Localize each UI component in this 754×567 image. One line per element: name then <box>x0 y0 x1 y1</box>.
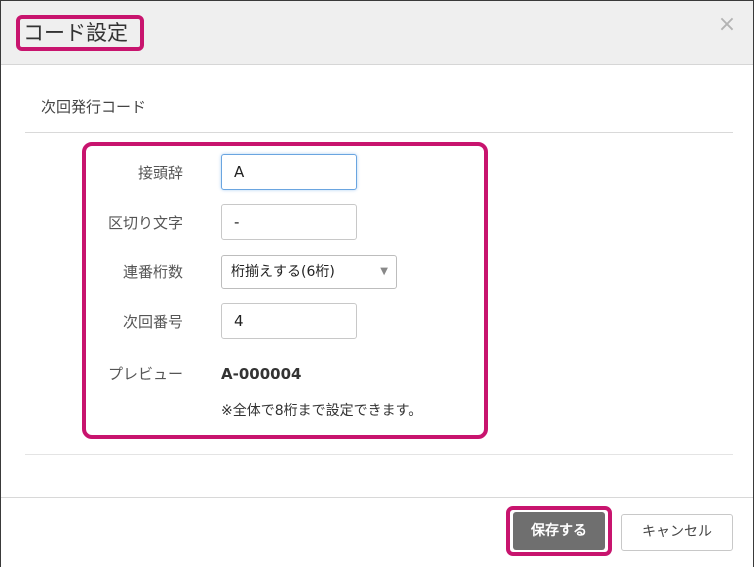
digits-label: 連番桁数 <box>122 263 183 281</box>
digits-select[interactable]: 桁揃えする(6桁) ▼ <box>221 255 397 289</box>
delimiter-input[interactable] <box>221 204 357 240</box>
section-title: 次回発行コード <box>41 98 147 116</box>
delimiter-label: 区切り文字 <box>107 214 183 232</box>
note-text: ※全体で8桁まで設定できます。 <box>221 403 423 419</box>
preview-label: プレビュー <box>107 365 183 383</box>
digits-select-value: 桁揃えする(6桁) <box>231 264 335 280</box>
close-icon[interactable]: × <box>715 13 739 37</box>
code-settings-dialog: コード設定 × 次回発行コード 接頭辞 区切り文字 連番桁数 桁揃えする(6桁)… <box>0 0 754 567</box>
dialog-header: コード設定 × <box>1 1 753 65</box>
next-number-label: 次回番号 <box>122 313 183 331</box>
save-button[interactable]: 保存する <box>513 512 605 550</box>
prefix-input[interactable] <box>221 154 357 190</box>
body-divider <box>25 454 733 455</box>
section-divider <box>25 132 733 133</box>
prefix-label: 接頭辞 <box>137 164 183 182</box>
chevron-down-icon: ▼ <box>380 266 388 277</box>
preview-value: A-000004 <box>221 365 302 383</box>
next-number-input[interactable] <box>221 303 357 339</box>
cancel-button[interactable]: キャンセル <box>621 514 733 551</box>
dialog-title: コード設定 <box>23 21 128 45</box>
